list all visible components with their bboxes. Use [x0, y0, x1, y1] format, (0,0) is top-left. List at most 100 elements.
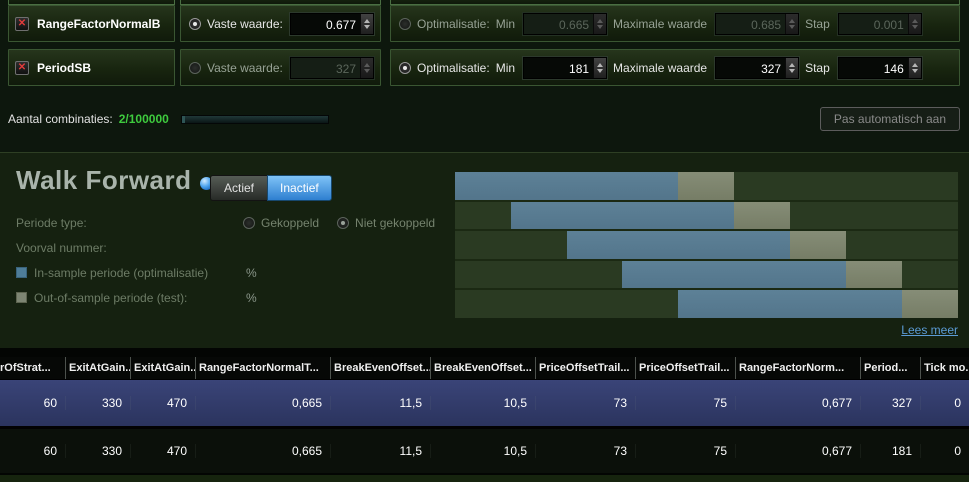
- remove-parameter-icon[interactable]: ✕: [15, 60, 29, 75]
- fixed-value-radio[interactable]: [189, 61, 201, 74]
- spinner-up-icon[interactable]: [597, 62, 604, 67]
- max-input[interactable]: 0.685: [715, 12, 800, 35]
- spinner-down-icon[interactable]: [911, 68, 918, 73]
- spinner-down-icon[interactable]: [789, 24, 796, 29]
- spinner-down-icon[interactable]: [911, 24, 918, 29]
- spinner-up-icon[interactable]: [911, 18, 918, 23]
- occurrence-row: Voorval nummer: 5: [16, 235, 446, 482]
- in-sample-bar: [622, 260, 846, 289]
- spinner[interactable]: [785, 57, 799, 78]
- percent-label: %: [246, 265, 257, 280]
- fixed-value-radio[interactable]: [189, 17, 201, 30]
- spinner[interactable]: [907, 57, 921, 78]
- spinner[interactable]: [907, 13, 921, 34]
- radio-icon[interactable]: [337, 216, 350, 229]
- fixed-value-input[interactable]: 0.677: [290, 12, 374, 35]
- combinations-row: Aantal combinaties: 2/100000 Pas automat…: [8, 104, 960, 134]
- out-of-sample-label-text: Out-of-sample periode (test):: [34, 290, 188, 305]
- spinner-up-icon[interactable]: [364, 62, 370, 67]
- parameter-name: PeriodSB: [37, 60, 92, 75]
- spinner-up-icon[interactable]: [911, 62, 918, 67]
- step-input[interactable]: 146: [837, 56, 922, 79]
- optimization-radio[interactable]: [399, 17, 411, 30]
- step-input[interactable]: 0.001: [837, 12, 922, 35]
- table-cell: 181: [860, 444, 920, 458]
- param-row-rangefactornormalb: ✕ RangeFactorNormalB Vaste waarde: 0.677…: [0, 5, 969, 43]
- spinner[interactable]: [593, 57, 607, 78]
- table-header-cell[interactable]: RangeFactorNorm...: [735, 357, 860, 379]
- min-input[interactable]: 0.665: [523, 12, 608, 35]
- table-cell: 75: [635, 444, 735, 458]
- in-sample-label: In-sample periode (optimalisatie): [16, 266, 240, 280]
- out-of-sample-row: Out-of-sample periode (test): 20 %: [16, 285, 446, 482]
- active-button[interactable]: Actief: [210, 175, 268, 201]
- max-value-text: 327: [761, 61, 782, 76]
- table-header-cell[interactable]: rOfStrat...: [0, 357, 65, 379]
- spinner-up-icon[interactable]: [597, 18, 604, 23]
- table-header-cell[interactable]: PriceOffsetTrail...: [635, 357, 735, 379]
- fixed-value-label: Vaste waarde:: [207, 16, 283, 31]
- percent-label: %: [246, 290, 257, 305]
- inactive-button[interactable]: Inactief: [267, 175, 332, 201]
- period-type-option[interactable]: Gekoppeld: [243, 216, 319, 230]
- out-of-sample-bar: [734, 201, 790, 230]
- walk-forward-chart: [455, 172, 958, 318]
- period-type-row: Periode type: Gekoppeld Niet gekoppeld: [16, 210, 446, 235]
- table-cell: 73: [535, 444, 635, 458]
- auto-adjust-button[interactable]: Pas automatisch aan: [819, 107, 960, 131]
- fixed-value-box: Vaste waarde: 0.677: [180, 5, 381, 42]
- optimization-radio[interactable]: [399, 61, 411, 74]
- table-header-cell[interactable]: ExitAtGain...: [130, 357, 195, 379]
- table-cell: 0,677: [735, 396, 860, 410]
- walk-forward-settings: Periode type: Gekoppeld Niet gekoppeld Vo…: [16, 210, 446, 482]
- optimization-label: Optimalisatie:: [417, 16, 490, 31]
- fixed-value-text: 0.677: [325, 17, 356, 32]
- spinner-down-icon[interactable]: [364, 24, 370, 29]
- optimization-label: Optimalisatie:: [417, 60, 490, 75]
- table-header-cell[interactable]: RangeFactorNormalT...: [195, 357, 330, 379]
- table-header-cell[interactable]: BreakEvenOffset...: [430, 357, 535, 379]
- combinations-progress-bar: [180, 114, 329, 124]
- fixed-value-box: Vaste waarde: 327: [180, 49, 381, 86]
- max-input[interactable]: 327: [715, 56, 800, 79]
- read-more-link[interactable]: Lees meer: [901, 323, 958, 337]
- table-cell: 11,5: [330, 396, 430, 410]
- period-type-option-label: Gekoppeld: [261, 215, 320, 230]
- period-type-options: Gekoppeld Niet gekoppeld: [243, 216, 435, 230]
- radio-icon[interactable]: [243, 216, 255, 229]
- walk-forward-toggle: Actief Inactief: [210, 175, 332, 201]
- table-row[interactable]: 60 330 470 0,665 11,5 10,5 73 75 0,677 181 0: [0, 426, 969, 473]
- spinner-down-icon[interactable]: [597, 24, 604, 29]
- period-type-label: Periode type:: [16, 215, 87, 230]
- min-input[interactable]: 181: [523, 56, 608, 79]
- optimization-box: Optimalisatie: Min 181 Maximale waarde 3…: [390, 49, 960, 86]
- spinner-down-icon[interactable]: [597, 68, 604, 73]
- fixed-value-label: Vaste waarde:: [207, 60, 283, 75]
- spinner[interactable]: [360, 57, 373, 78]
- table-row[interactable]: 60 330 470 0,665 11,5 10,5 73 75 0,677 327 0: [0, 379, 969, 426]
- min-label: Min: [495, 60, 516, 75]
- spinner-up-icon[interactable]: [364, 18, 370, 23]
- spinner[interactable]: [360, 13, 373, 34]
- spinner-down-icon[interactable]: [789, 68, 796, 73]
- spinner[interactable]: [785, 13, 799, 34]
- table-header-cell[interactable]: Period...: [860, 357, 920, 379]
- table-header-cell[interactable]: BreakEvenOffset...: [330, 357, 430, 379]
- fixed-value-input[interactable]: 327: [290, 56, 374, 79]
- in-sample-bar: [678, 290, 902, 318]
- table-cell: 330: [65, 444, 130, 458]
- table-header-cell[interactable]: PriceOffsetTrail...: [535, 357, 635, 379]
- remove-parameter-icon[interactable]: ✕: [15, 16, 29, 31]
- fixed-value-group: Vaste waarde: 0.677: [181, 6, 380, 41]
- table-header-cell[interactable]: ExitAtGain...: [65, 357, 130, 379]
- table-body: 60 330 470 0,665 11,5 10,5 73 75 0,677 327 0 60 330 4…: [0, 379, 969, 473]
- table-header-row: rOfStrat... ExitAtGain... ExitAtGain... Ran…: [0, 357, 969, 379]
- spinner-up-icon[interactable]: [789, 18, 796, 23]
- spinner-up-icon[interactable]: [789, 62, 796, 67]
- min-label: Min: [495, 16, 516, 31]
- table-header-cell[interactable]: Tick mo...: [920, 357, 969, 379]
- period-type-option[interactable]: Niet gekoppeld: [337, 216, 435, 230]
- spinner-down-icon[interactable]: [364, 68, 370, 73]
- optimization-box: Optimalisatie: Min 0.665 Maximale waarde…: [390, 5, 960, 42]
- spinner[interactable]: [593, 13, 607, 34]
